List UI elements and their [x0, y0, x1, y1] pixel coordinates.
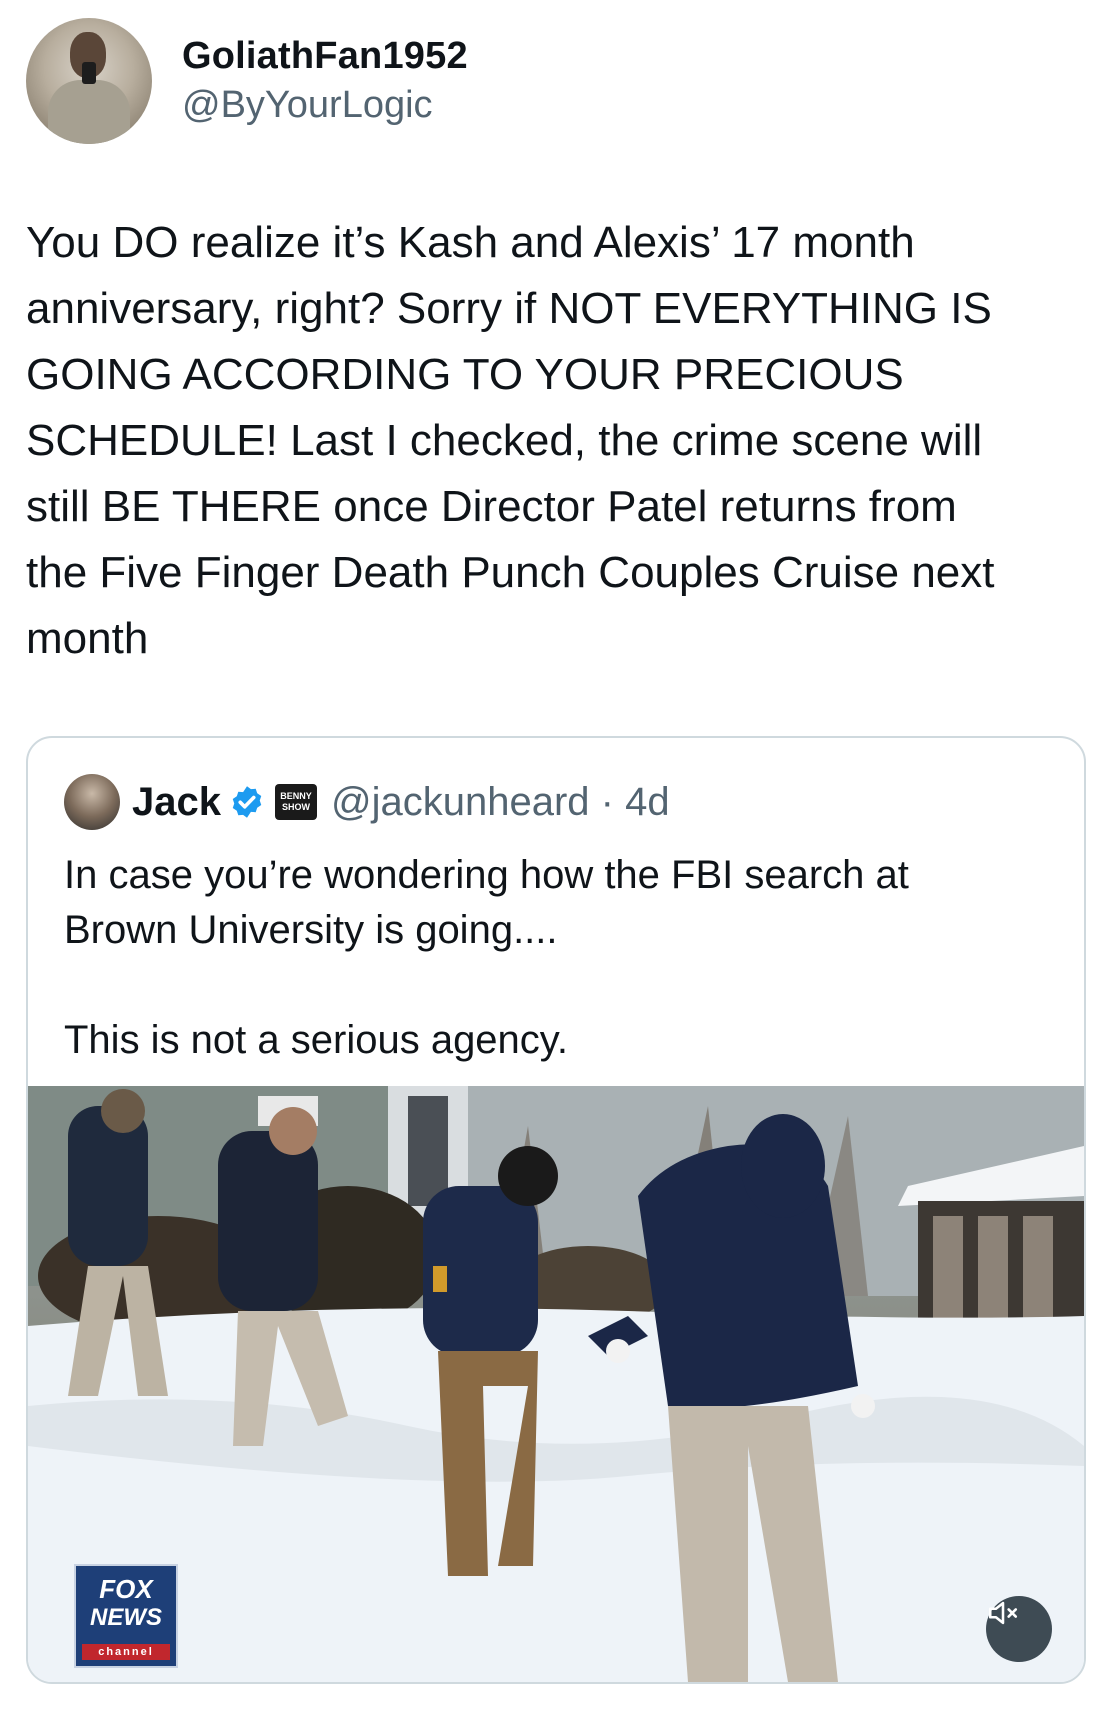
- video-frame-illustration: [28, 1086, 1084, 1682]
- channel-logo-line2: NEWS: [90, 1604, 162, 1631]
- quoted-tweet-text: In case you’re wondering how the FBI sea…: [64, 853, 909, 1062]
- channel-logo: FOX NEWS channel: [74, 1564, 178, 1668]
- affiliate-badge-icon[interactable]: BENNY SHOW: [274, 784, 317, 820]
- quoted-tweet-video[interactable]: FOX NEWS channel: [28, 1086, 1084, 1682]
- tweet-text: You DO realize it’s Kash and Alexis’ 17 …: [26, 218, 995, 663]
- quoted-tweet-card[interactable]: Jack BENNY SHOW @jackunheard · 4d In cas…: [26, 736, 1086, 1684]
- channel-logo-line1: FOX: [99, 1574, 153, 1604]
- quoted-tweet-age[interactable]: 4d: [625, 780, 670, 824]
- author-handle[interactable]: @ByYourLogic: [182, 84, 468, 127]
- quoted-author-handle-line: @jackunheard · 4d: [331, 780, 670, 825]
- author-avatar[interactable]: [26, 18, 152, 144]
- quoted-tweet-header: Jack BENNY SHOW @jackunheard · 4d: [64, 774, 670, 830]
- verified-badge-icon: [232, 786, 262, 818]
- quoted-author-handle[interactable]: @jackunheard: [331, 780, 590, 824]
- quoted-author-avatar[interactable]: [64, 774, 120, 830]
- mute-button[interactable]: [986, 1596, 1052, 1662]
- author-names: GoliathFan1952 @ByYourLogic: [182, 35, 468, 127]
- speaker-muted-icon: [988, 1601, 1018, 1625]
- author-display-name[interactable]: GoliathFan1952: [182, 35, 468, 78]
- quoted-author-display-name[interactable]: Jack: [132, 780, 221, 825]
- channel-logo-line3: channel: [82, 1644, 170, 1660]
- separator-dot: ·: [600, 779, 614, 824]
- tweet-header: GoliathFan1952 @ByYourLogic: [26, 18, 468, 144]
